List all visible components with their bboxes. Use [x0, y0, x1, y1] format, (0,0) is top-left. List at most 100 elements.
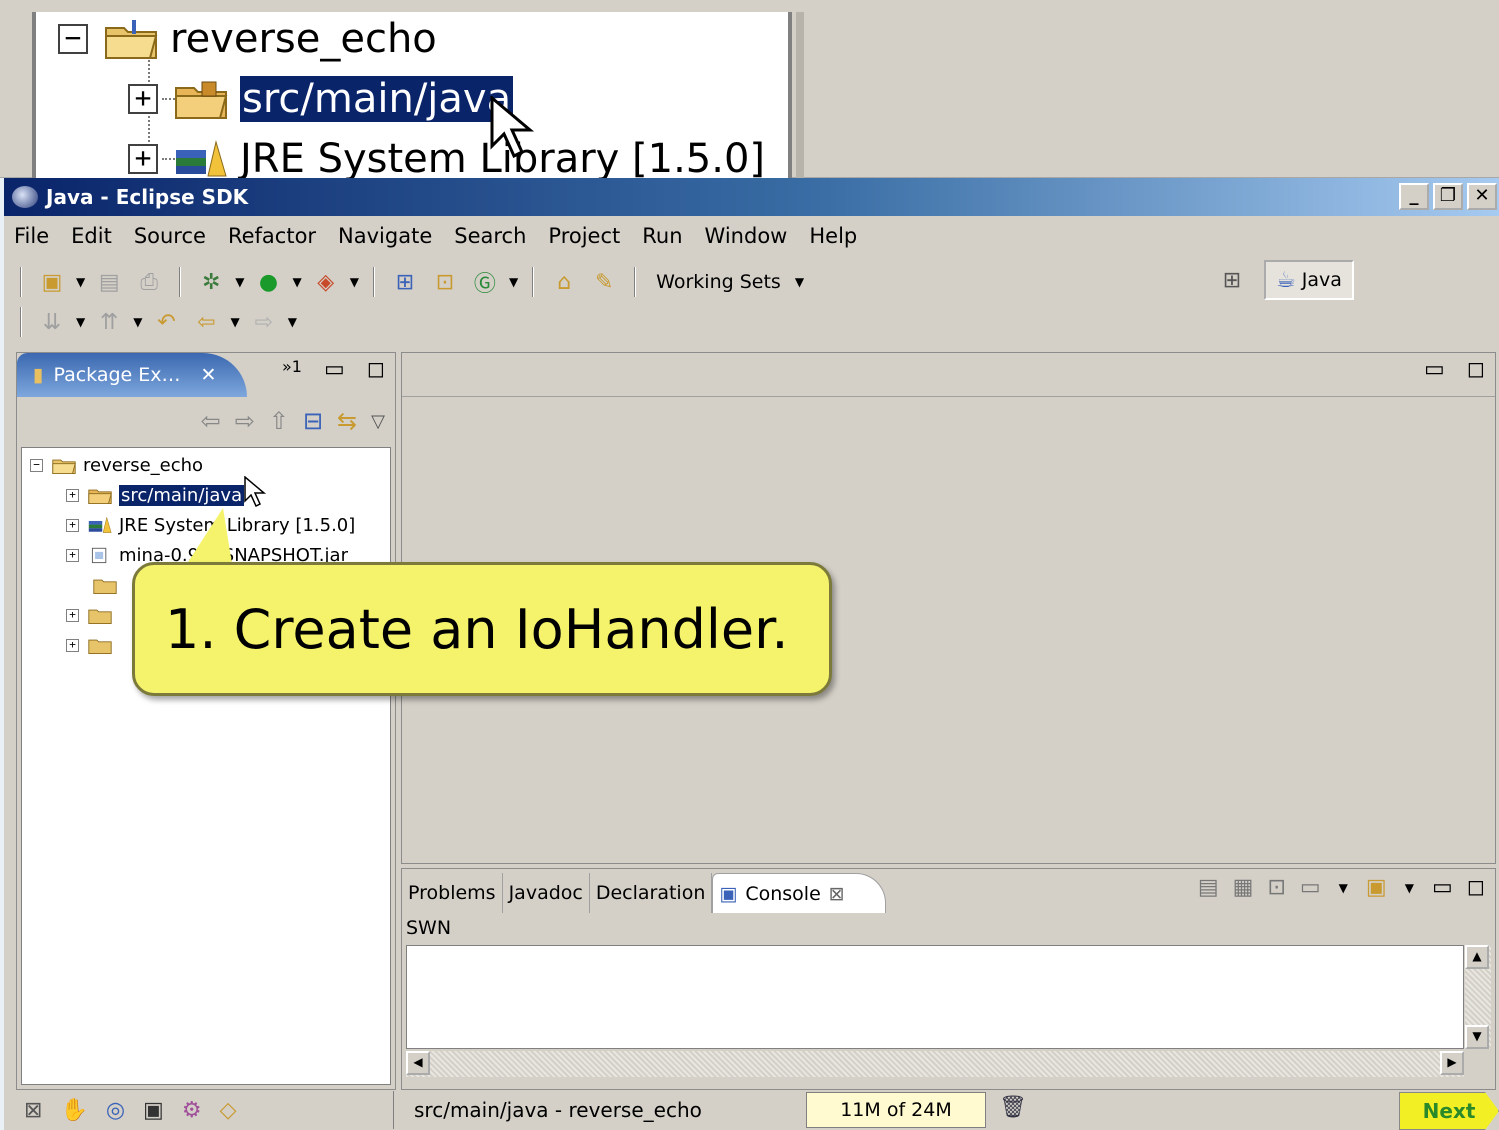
scroll-right-icon[interactable]: ▶: [1440, 1051, 1464, 1075]
expand-icon[interactable]: +: [128, 84, 158, 114]
fast-view-icon[interactable]: ⊠: [24, 1098, 42, 1123]
menu-search[interactable]: Search: [454, 224, 526, 248]
tree-item-folder[interactable]: [84, 574, 124, 596]
tab-javadoc[interactable]: Javadoc: [503, 873, 590, 913]
open-perspective-icon[interactable]: ⊞: [1218, 266, 1246, 294]
menu-edit[interactable]: Edit: [71, 224, 112, 248]
expand-icon[interactable]: +: [128, 144, 158, 174]
maximize-view-icon[interactable]: ◻: [1467, 875, 1485, 900]
run-dropdown-icon[interactable]: ▼: [292, 275, 301, 289]
link-with-editor-icon[interactable]: ⇆: [337, 407, 357, 435]
next-button[interactable]: Next: [1399, 1092, 1499, 1130]
up-icon[interactable]: ⇧: [269, 407, 289, 435]
close-tab-icon[interactable]: ⊠: [829, 883, 845, 905]
menu-refactor[interactable]: Refactor: [228, 224, 316, 248]
pin-console-icon[interactable]: ⊡: [1267, 875, 1285, 900]
menu-run[interactable]: Run: [642, 224, 682, 248]
java-perspective-button[interactable]: ☕ Java: [1264, 260, 1354, 300]
print-icon[interactable]: ⎙: [135, 268, 163, 296]
forward-dropdown-icon[interactable]: ▼: [288, 315, 297, 329]
console-horizontal-scrollbar[interactable]: ◀ ▶: [406, 1051, 1464, 1077]
minimize-button[interactable]: _: [1399, 183, 1429, 210]
new-class-dropdown-icon[interactable]: ▼: [509, 275, 518, 289]
maximize-view-icon[interactable]: ◻: [1467, 357, 1485, 382]
tree-item-project[interactable]: − reverse_echo: [30, 454, 203, 476]
expand-icon[interactable]: +: [66, 518, 79, 532]
back-icon[interactable]: ⇦: [192, 308, 220, 336]
menu-project[interactable]: Project: [548, 224, 620, 248]
debug-dropdown-icon[interactable]: ▼: [235, 275, 244, 289]
back-icon[interactable]: ⇦: [201, 407, 221, 435]
open-console-dropdown-icon[interactable]: ▼: [1405, 881, 1414, 895]
menu-file[interactable]: File: [14, 224, 49, 248]
working-sets-label[interactable]: Working Sets: [656, 271, 781, 293]
expand-icon[interactable]: +: [66, 488, 79, 502]
cvs-icon[interactable]: ⚙: [182, 1098, 202, 1123]
tree-item-folder[interactable]: +: [66, 634, 119, 656]
minimize-view-icon[interactable]: ▭: [324, 357, 345, 382]
previous-annotation-icon[interactable]: ⇈: [95, 308, 123, 336]
close-view-icon[interactable]: ✕: [201, 364, 217, 386]
tab-declaration[interactable]: Declaration: [590, 873, 713, 913]
back-dropdown-icon[interactable]: ▼: [230, 315, 239, 329]
tab-console[interactable]: ▣ Console ⊠: [712, 873, 886, 913]
open-type-icon[interactable]: ⌂: [550, 268, 578, 296]
menu-help[interactable]: Help: [809, 224, 857, 248]
title-bar[interactable]: Java - Eclipse SDK _ ❐ ✕: [4, 178, 1499, 216]
new-dropdown-icon[interactable]: ▼: [76, 275, 85, 289]
show-view-icon[interactable]: ✋: [60, 1098, 87, 1123]
minimize-view-icon[interactable]: ▭: [1424, 357, 1445, 382]
restore-button[interactable]: ❐: [1433, 183, 1463, 210]
tree-item-folder[interactable]: +: [66, 604, 119, 626]
outline-icon[interactable]: ◇: [220, 1098, 237, 1123]
console-output[interactable]: [406, 945, 1464, 1049]
save-icon[interactable]: ▤: [95, 268, 123, 296]
run-icon[interactable]: ●: [254, 268, 282, 296]
error-log-icon[interactable]: ▣: [143, 1098, 164, 1123]
search-icon[interactable]: ✎: [590, 268, 618, 296]
zoom-tree-item-jre[interactable]: + JRE System Library [1.5.0]: [128, 136, 765, 182]
clear-console-icon[interactable]: ▤: [1198, 875, 1219, 900]
display-console-icon[interactable]: ▭: [1300, 875, 1321, 900]
scroll-left-icon[interactable]: ◀: [406, 1051, 430, 1075]
tree-item-src[interactable]: + src/main/java: [66, 483, 246, 507]
next-annotation-dropdown-icon[interactable]: ▼: [76, 315, 85, 329]
scroll-up-icon[interactable]: ▲: [1465, 945, 1489, 969]
zoom-tree-item-project[interactable]: − reverse_echo: [58, 16, 437, 62]
forward-icon[interactable]: ⇨: [250, 308, 278, 336]
tab-problems[interactable]: Problems: [402, 873, 503, 913]
collapse-icon[interactable]: −: [30, 458, 43, 472]
close-button[interactable]: ✕: [1467, 183, 1497, 210]
view-menu-icon[interactable]: ▽: [371, 411, 385, 432]
open-console-icon[interactable]: ▣: [1366, 875, 1387, 900]
external-tools-icon[interactable]: ◈: [312, 268, 340, 296]
scroll-lock-icon[interactable]: ▦: [1233, 875, 1254, 900]
minimize-view-icon[interactable]: ▭: [1432, 875, 1453, 900]
working-sets-dropdown-icon[interactable]: ▼: [795, 275, 804, 289]
console-vertical-scrollbar[interactable]: ▲ ▼: [1465, 945, 1491, 1049]
new-java-project-icon[interactable]: ⊞: [391, 268, 419, 296]
collapse-icon[interactable]: −: [58, 24, 88, 54]
previous-annotation-dropdown-icon[interactable]: ▼: [133, 315, 142, 329]
new-package-icon[interactable]: ⊡: [431, 268, 459, 296]
package-explorer-tab[interactable]: ▮ Package Ex… ✕: [17, 353, 247, 397]
maximize-view-icon[interactable]: ◻: [367, 357, 385, 382]
new-icon[interactable]: ▣: [38, 268, 66, 296]
overflow-tabs-icon[interactable]: »1: [282, 357, 302, 382]
forward-icon[interactable]: ⇨: [235, 407, 255, 435]
debug-icon[interactable]: ✲: [197, 268, 225, 296]
search-view-icon[interactable]: ◎: [106, 1098, 125, 1123]
expand-icon[interactable]: +: [66, 608, 79, 622]
garbage-collect-icon[interactable]: 🗑: [998, 1095, 1028, 1125]
menu-window[interactable]: Window: [705, 224, 788, 248]
zoom-tree-item-src[interactable]: + src/main/java: [128, 74, 516, 124]
external-tools-dropdown-icon[interactable]: ▼: [350, 275, 359, 289]
next-annotation-icon[interactable]: ⇊: [38, 308, 66, 336]
last-edit-location-icon[interactable]: ↶: [152, 308, 180, 336]
scroll-down-icon[interactable]: ▼: [1465, 1025, 1489, 1049]
expand-icon[interactable]: +: [66, 638, 79, 652]
new-class-icon[interactable]: Ⓖ: [471, 268, 499, 297]
expand-icon[interactable]: +: [66, 548, 79, 562]
menu-source[interactable]: Source: [134, 224, 206, 248]
menu-navigate[interactable]: Navigate: [338, 224, 432, 248]
